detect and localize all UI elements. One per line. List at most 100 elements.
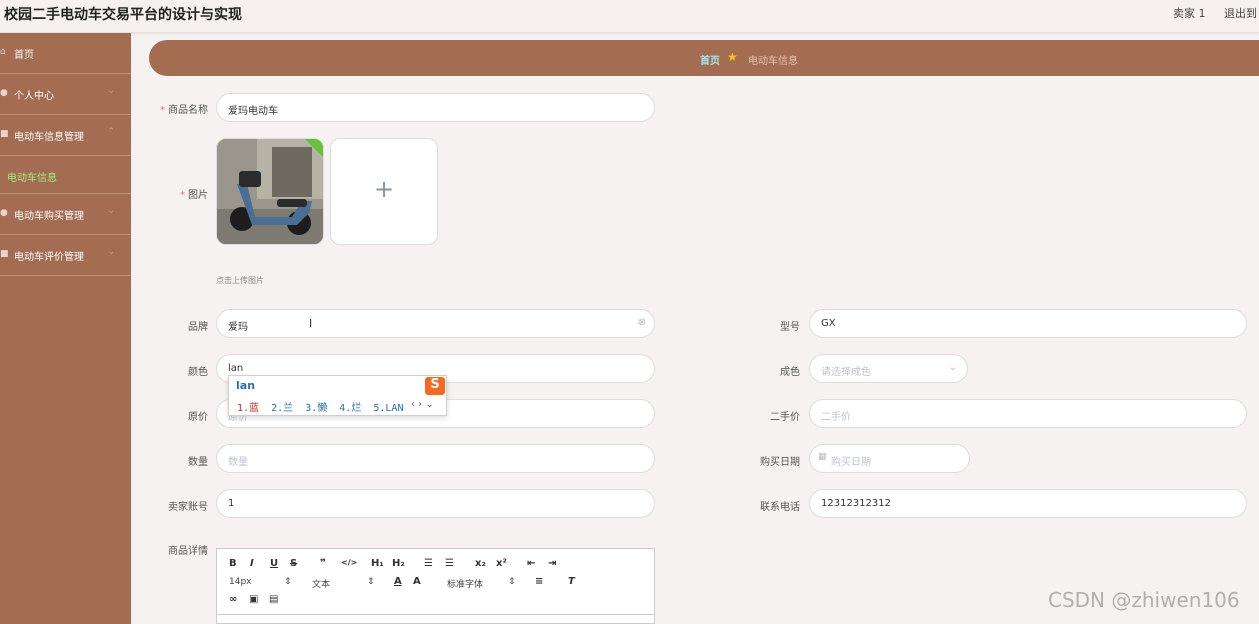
background-color-icon[interactable]: A <box>413 576 421 587</box>
sidebar-item-label: 电动车信息管理 <box>14 132 84 143</box>
sidebar-subitem-ev-info[interactable]: 电动车信息 <box>0 156 131 194</box>
color-label: 颜色 <box>188 367 208 378</box>
uploaded-image-thumbnail[interactable] <box>216 138 324 245</box>
chevron-up-icon: ⌃ <box>107 127 115 137</box>
purchase-date-label: 购买日期 <box>760 457 800 468</box>
heading2-icon[interactable]: H₂ <box>392 558 405 569</box>
ime-candidate-popup: lan S 1.蓝 2.兰 3.懒 4.烂 5.LAN ‹ › ⌄ <box>228 375 447 416</box>
ime-candidate[interactable]: 4.烂 <box>339 403 361 414</box>
second-price-input[interactable]: 二手价 <box>809 399 1247 428</box>
brand-input[interactable]: 爱玛 I ⊗ <box>216 309 655 338</box>
upload-tip: 点击上传图片 <box>216 276 264 285</box>
ordered-list-icon[interactable]: ☰ <box>424 558 433 569</box>
bullet-list-icon[interactable]: ☰ <box>445 558 454 569</box>
model-input[interactable]: GX <box>809 309 1247 338</box>
phone-label: 联系电话 <box>760 502 800 513</box>
font-family-select[interactable]: 标准字体 <box>447 577 483 590</box>
home-icon: ⌂ <box>0 47 6 57</box>
blockquote-icon[interactable]: ❞ <box>320 558 326 569</box>
ime-composition: lan <box>236 379 256 392</box>
quantity-label: 数量 <box>188 457 208 468</box>
image-label: * 图片 <box>180 190 208 201</box>
sidebar-item-label: 首页 <box>14 50 34 61</box>
chevron-down-icon: ⌄ <box>107 247 115 257</box>
chevron-updown-icon: ⇕ <box>367 577 375 587</box>
name-label: * 商品名称 <box>160 105 208 116</box>
video-icon[interactable]: ▤ <box>269 594 278 605</box>
breadcrumb-home[interactable]: 首页 <box>700 52 720 67</box>
condition-select[interactable]: 请选择成色 ⌄ <box>809 354 968 383</box>
breadcrumb-current: 电动车信息 <box>748 56 798 67</box>
link-icon[interactable]: ∞ <box>229 594 237 605</box>
top-header: 校园二手电动车交易平台的设计与实现 卖家 1 退出到 <box>0 0 1259 33</box>
user-icon: ● <box>0 88 8 98</box>
sidebar-item-review[interactable]: ■ 电动车评价管理 ⌄ <box>0 235 131 276</box>
align-icon[interactable]: ≡ <box>535 576 543 587</box>
ime-candidate[interactable]: 1.蓝 <box>237 403 259 414</box>
app-title: 校园二手电动车交易平台的设计与实现 <box>4 7 242 23</box>
strike-icon[interactable]: S <box>290 558 297 569</box>
plus-icon: + <box>374 175 395 203</box>
product-name-input[interactable]: 爱玛电动车 <box>216 93 655 122</box>
brand-label: 品牌 <box>188 322 208 333</box>
sidebar-item-home[interactable]: ⌂ 首页 <box>0 33 131 74</box>
scooter-image <box>217 139 323 244</box>
seller-account-label: 卖家账号 <box>168 502 208 513</box>
upload-image-button[interactable]: + <box>330 138 438 245</box>
sidebar-item-label: 电动车评价管理 <box>14 252 84 263</box>
editor-toolbar: B I U S ❞ </> H₁ H₂ ☰ ☰ x₂ x² ⇤ ⇥ 14px ⇕… <box>217 549 654 615</box>
condition-label: 成色 <box>780 367 800 378</box>
watermark: CSDN @zhiwen106 <box>1048 588 1240 612</box>
sidebar-item-label: 电动车购买管理 <box>14 211 84 222</box>
seller-account-input[interactable]: 1 <box>216 489 655 518</box>
sidebar: ⌂ 首页 ● 个人中心 ⌄ ■ 电动车信息管理 ⌃ 电动车信息 ● 电动车购买管… <box>0 33 131 624</box>
sidebar-item-ev-info[interactable]: ■ 电动车信息管理 ⌃ <box>0 115 131 156</box>
sidebar-item-profile[interactable]: ● 个人中心 ⌄ <box>0 74 131 115</box>
text-style-select[interactable]: 文本 <box>312 577 330 590</box>
outdent-icon[interactable]: ⇤ <box>527 558 535 569</box>
rich-text-editor[interactable]: B I U S ❞ </> H₁ H₂ ☰ ☰ x₂ x² ⇤ ⇥ 14px ⇕… <box>216 548 655 624</box>
italic-icon[interactable]: I <box>250 558 254 569</box>
chevron-updown-icon: ⇕ <box>284 577 292 587</box>
comment-icon: ■ <box>0 249 9 259</box>
image-icon[interactable]: ▣ <box>249 594 258 605</box>
calendar-icon: ▦ <box>818 452 827 462</box>
chevron-down-icon: ⌄ <box>107 206 115 216</box>
clear-format-icon[interactable]: T <box>568 576 575 587</box>
detail-label: 商品详情 <box>168 546 208 557</box>
sidebar-subitem-label: 电动车信息 <box>7 173 57 184</box>
bold-icon[interactable]: B <box>229 558 237 569</box>
chevron-down-icon: ⌄ <box>107 86 115 96</box>
text-cursor-icon: I <box>309 317 313 330</box>
ime-candidates: 1.蓝 2.兰 3.懒 4.烂 5.LAN <box>237 399 403 414</box>
model-label: 型号 <box>780 322 800 333</box>
orig-price-label: 原价 <box>188 412 208 423</box>
code-icon[interactable]: </> <box>341 558 357 567</box>
clear-icon[interactable]: ⊗ <box>638 317 646 328</box>
ime-candidate[interactable]: 2.兰 <box>271 403 293 414</box>
heading1-icon[interactable]: H₁ <box>371 558 384 569</box>
current-user: 卖家 1 <box>1173 7 1206 20</box>
font-size-select[interactable]: 14px <box>229 577 252 587</box>
ime-candidate[interactable]: 3.懒 <box>305 403 327 414</box>
sidebar-item-label: 个人中心 <box>14 91 54 102</box>
logout-link[interactable]: 退出到 <box>1224 5 1257 21</box>
sogou-logo-icon: S <box>425 377 445 395</box>
cart-icon: ● <box>0 208 8 218</box>
underline-icon[interactable]: U <box>270 558 278 569</box>
font-color-icon[interactable]: A <box>394 576 402 587</box>
subscript-icon[interactable]: x₂ <box>475 558 486 569</box>
second-price-label: 二手价 <box>770 412 800 423</box>
superscript-icon[interactable]: x² <box>496 558 507 569</box>
sidebar-item-purchase[interactable]: ● 电动车购买管理 ⌄ <box>0 194 131 235</box>
folder-icon: ■ <box>0 129 9 139</box>
purchase-date-picker[interactable]: ▦ 购买日期 <box>809 444 970 473</box>
chevron-updown-icon: ⇕ <box>508 577 516 587</box>
chevron-down-icon: ⌄ <box>948 362 957 373</box>
indent-icon[interactable]: ⇥ <box>548 558 556 569</box>
quantity-input[interactable]: 数量 <box>216 444 655 473</box>
star-icon: ★ <box>727 50 738 64</box>
ime-page-arrows-icon[interactable]: ‹ › ⌄ <box>411 399 434 410</box>
ime-candidate[interactable]: 5.LAN <box>373 403 403 414</box>
phone-input[interactable]: 12312312312 <box>809 489 1247 518</box>
